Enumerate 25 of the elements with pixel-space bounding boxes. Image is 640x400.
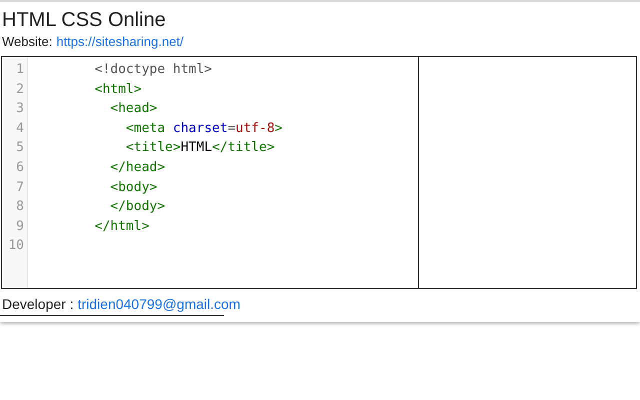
line-number: 9 — [16, 218, 24, 236]
page-title: HTML CSS Online — [1, 8, 167, 32]
developer-email-link[interactable]: tridien040799@gmail.com — [78, 295, 240, 313]
code-line: <body> — [109, 178, 158, 197]
line-number: 5 — [16, 139, 24, 158]
line-number: 1 — [16, 61, 24, 79]
code-line: <title>HTML</title> — [124, 139, 275, 158]
developer-label: Developer : — [2, 295, 74, 313]
line-number: 3 — [16, 100, 24, 118]
code-line: <meta charset=utf-8> — [124, 120, 282, 138]
line-number: 4 — [16, 120, 24, 138]
code-editor[interactable]: 1 2 3 4 5 6 7 8 9 10 <!doctype html> <html> <head> <meta charset=utf-8> <title>HTML</title> </head> <body> </body> </html> — [2, 57, 419, 288]
line-number: 6 — [16, 158, 24, 177]
code-line: <html> — [94, 80, 142, 99]
code-line: </head> — [109, 158, 166, 177]
code-line: </body> — [109, 198, 166, 216]
line-number: 8 — [16, 198, 24, 216]
line-number: 10 — [8, 237, 24, 256]
line-number: 2 — [16, 80, 24, 99]
code-line: <!doctype html> — [94, 61, 212, 79]
code-line: <head> — [109, 100, 158, 118]
website-label: Website: — [2, 33, 52, 50]
website-link[interactable]: https://sitesharing.net/ — [56, 33, 184, 50]
line-number: 7 — [16, 178, 24, 197]
code-line: </html> — [94, 218, 150, 236]
